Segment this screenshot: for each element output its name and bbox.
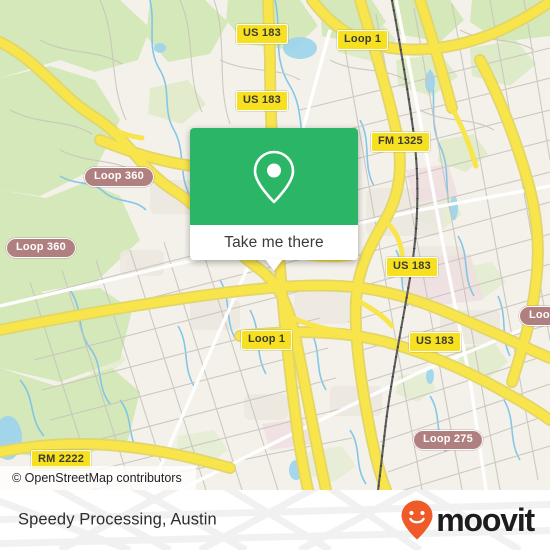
popup-header	[190, 128, 358, 225]
road-shield: US 183	[409, 332, 461, 352]
moovit-wordmark: moovit	[436, 502, 535, 538]
take-me-there-label: Take me there	[224, 233, 324, 251]
map-pin-icon	[253, 150, 295, 203]
moovit-smiley-pin-icon	[401, 500, 433, 540]
road-shield: FM 1325	[371, 132, 430, 152]
road-shield: Loop 1	[337, 30, 389, 50]
road-shield: Loop 1	[241, 330, 293, 350]
bottom-info-bar: Speedy Processing, Austin moovit	[0, 490, 550, 550]
attribution-text: © OpenStreetMap contributors	[12, 471, 182, 485]
road-shield: Loop 2	[519, 306, 550, 326]
road-shield: Loop 360	[6, 238, 76, 258]
map-screenshot: US 183 Loop 1 US 183 FM 1325 Loop 360 Loop 36…	[0, 0, 550, 550]
road-shield: Loop 275	[413, 430, 483, 450]
map-attribution[interactable]: © OpenStreetMap contributors	[0, 466, 196, 490]
place-name-label: Speedy Processing, Austin	[18, 510, 217, 529]
popup-action-row[interactable]: Take me there	[190, 225, 358, 271]
moovit-brand[interactable]: moovit	[400, 499, 535, 541]
road-shield: US 183	[386, 257, 438, 277]
road-shield: Loop 360	[84, 167, 154, 187]
road-shield: US 183	[236, 24, 288, 44]
map-canvas[interactable]: US 183 Loop 1 US 183 FM 1325 Loop 360 Loop 36…	[0, 0, 550, 490]
popup-pointer-tail	[265, 259, 283, 271]
road-shield: US 183	[236, 91, 288, 111]
destination-popup[interactable]: Take me there	[190, 128, 358, 271]
